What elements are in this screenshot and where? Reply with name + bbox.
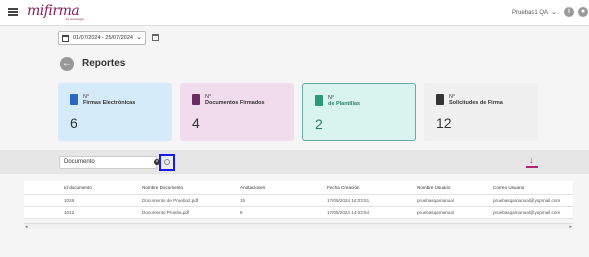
- table-header: Id documento Nombre Documento Anotacione…: [24, 181, 573, 195]
- table-cell: pruebasqamanual: [417, 210, 454, 215]
- user-name[interactable]: Pruebas1 QA: [512, 10, 548, 16]
- card-documentos-firmados[interactable]: N° Documentos Firmados 4: [180, 83, 294, 141]
- date-range-picker[interactable]: 01/07/2024 - 25/07/2024 ⌄: [58, 31, 146, 45]
- table-cell: 17/05/2024 14:03:54: [327, 210, 370, 215]
- table-cell: pruebasqamanual: [417, 198, 454, 203]
- document-icon: [315, 95, 323, 106]
- card-value: 2: [315, 116, 323, 132]
- card-label: Documentos Firmados: [205, 100, 265, 106]
- table-cell: pruebasqamanual@yopmail.com: [493, 198, 561, 203]
- scroll-left-icon[interactable]: ◂: [25, 224, 28, 230]
- document-icon: [70, 94, 78, 105]
- document-icon: [192, 94, 200, 105]
- chevron-down-icon[interactable]: ⌄: [551, 8, 557, 16]
- card-value: 12: [436, 115, 452, 131]
- info-icon[interactable]: i: [564, 7, 574, 17]
- date-range-value: 01/07/2024 - 25/07/2024: [73, 35, 133, 41]
- download-icon[interactable]: ↓: [526, 156, 538, 169]
- logo-subtitle: by tecnologia: [66, 17, 84, 21]
- column-header[interactable]: Correo Usuario: [493, 181, 524, 195]
- card-label: Firmas Electrónicas: [83, 100, 136, 106]
- page-title: Reportes: [82, 58, 126, 69]
- avatar-icon[interactable]: ●: [578, 7, 588, 17]
- scroll-right-icon[interactable]: ▸: [569, 224, 572, 230]
- back-button[interactable]: ←: [60, 57, 74, 71]
- column-header[interactable]: Fecha Creación: [327, 181, 359, 195]
- table-cell: pruebasqamanual@yopmail.com: [493, 210, 561, 215]
- search-button[interactable]: [159, 154, 175, 171]
- card-label: de Plantillas: [328, 101, 361, 107]
- document-icon: [436, 94, 444, 105]
- top-bar: mifirma by tecnologia Pruebas1 QA ⌄ i ●: [0, 0, 589, 26]
- search-input[interactable]: Documento: [59, 156, 157, 169]
- card-firmas-electronicas[interactable]: N° Firmas Electrónicas 6: [58, 83, 172, 141]
- chevron-down-icon: ⌄: [136, 34, 142, 41]
- table-row[interactable]: 1012 Documento Prueba.pdf 8 17/05/2024 1…: [24, 207, 573, 219]
- card-label: Solicitudes de Firma: [449, 100, 503, 106]
- table-cell: Documento Prueba.pdf: [142, 210, 190, 215]
- table-cell: 1026: [64, 198, 75, 203]
- table-row[interactable]: 1026 Documento de Prueba2.pdf 15 17/05/2…: [24, 195, 573, 207]
- table-cell: 8: [240, 210, 243, 215]
- card-plantillas[interactable]: N° de Plantillas 2: [302, 83, 416, 141]
- column-header[interactable]: Nombre Documento: [142, 181, 183, 195]
- table-cell: 1012: [64, 210, 75, 215]
- table-cell: 17/05/2024 14:03:51: [327, 198, 370, 203]
- calendar-icon: [62, 35, 69, 42]
- reports-table: Id documento Nombre Documento Anotacione…: [24, 181, 573, 219]
- filter-bar: Documento × ↓: [0, 150, 589, 174]
- card-value: 6: [70, 115, 78, 131]
- table-cell: 15: [240, 198, 246, 203]
- card-value: 4: [192, 115, 200, 131]
- table-cell: Documento de Prueba2.pdf: [142, 198, 199, 203]
- horizontal-scrollbar[interactable]: ◂ ▸: [24, 223, 573, 230]
- card-solicitudes-firma[interactable]: N° Solicitudes de Firma 12: [424, 83, 538, 141]
- calendar-icon[interactable]: [152, 34, 159, 41]
- column-header[interactable]: Id documento: [64, 181, 92, 195]
- search-icon: [164, 159, 170, 165]
- menu-icon[interactable]: [8, 8, 18, 16]
- column-header[interactable]: Nombre Usuario: [417, 181, 450, 195]
- column-header[interactable]: Anotaciones: [240, 181, 265, 195]
